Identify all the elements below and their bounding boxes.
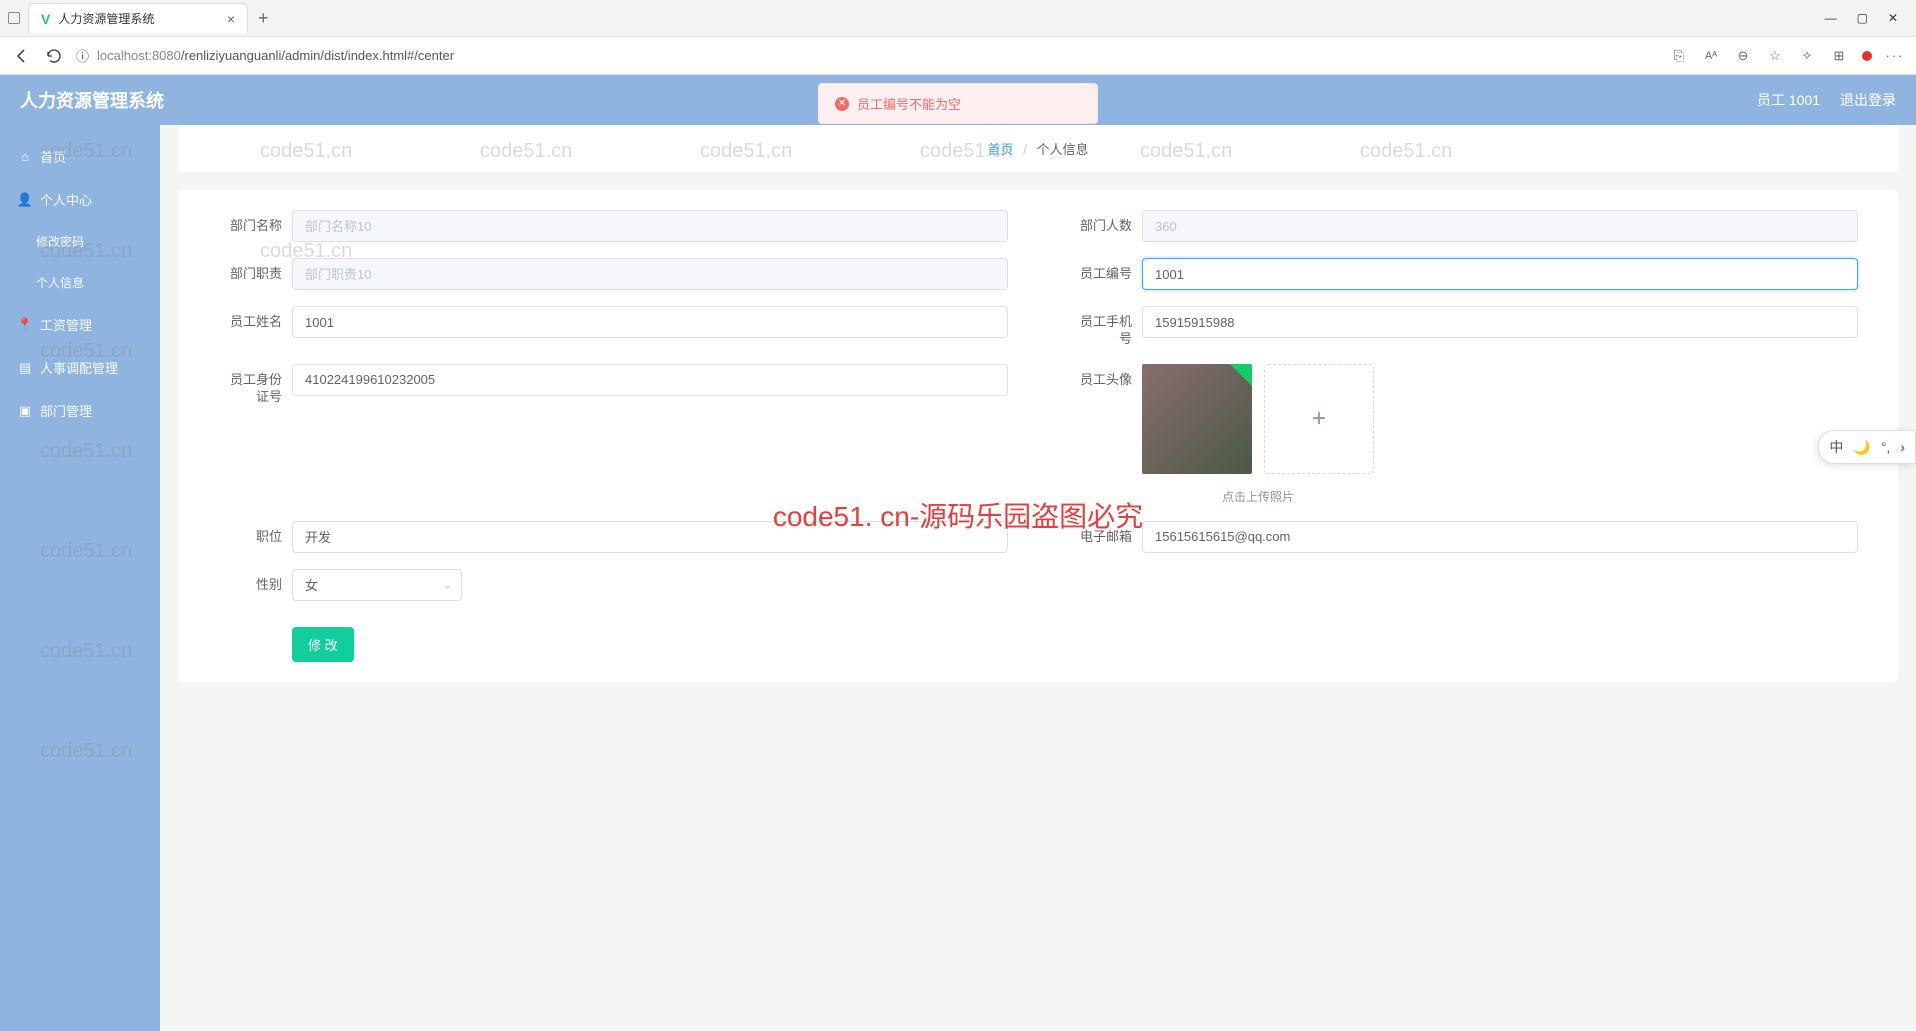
error-icon: ✕	[835, 97, 849, 111]
home-icon: ⌂	[18, 150, 32, 164]
back-button[interactable]	[12, 46, 32, 66]
check-icon	[1230, 364, 1252, 386]
select-gender[interactable]	[292, 569, 462, 601]
user-icon: 👤	[18, 193, 32, 207]
input-dept-duty	[292, 258, 1008, 290]
label-dept-name: 部门名称	[218, 210, 282, 235]
sidebar-item-hr[interactable]: ▤人事调配管理	[0, 346, 160, 389]
alert-message: ✕ 员工编号不能为空	[818, 83, 1098, 124]
tab-title: 人力资源管理系统	[58, 10, 218, 27]
app-title: 人力资源管理系统	[20, 87, 164, 113]
profile-form: 部门名称 部门人数 部门职责 员工编号 员工姓名 员工手机号 员工身份证号 员工…	[178, 190, 1898, 682]
breadcrumb-current: 个人信息	[1036, 142, 1088, 157]
input-dept-name	[292, 210, 1008, 242]
refresh-button[interactable]	[44, 46, 64, 66]
app-header: 人力资源管理系统 ✕ 员工编号不能为空 员工 1001 退出登录	[0, 75, 1916, 125]
sidebar-item-change-password[interactable]: 修改密码	[0, 221, 160, 262]
profile-icon[interactable]	[1862, 51, 1872, 61]
submit-button[interactable]: 修 改	[292, 627, 354, 662]
label-emp-phone: 员工手机号	[1068, 306, 1132, 348]
browser-chrome: V 人力资源管理系统 × + — ▢ ✕ ⓘ localhost:8080/re…	[0, 0, 1916, 75]
close-window-button[interactable]: ✕	[1888, 11, 1898, 25]
sidebar-item-profile[interactable]: 个人信息	[0, 262, 160, 303]
extensions-icon[interactable]: ⊞	[1830, 47, 1848, 65]
breadcrumb-home[interactable]: 首页	[988, 142, 1014, 157]
label-emp-no: 员工编号	[1068, 258, 1132, 283]
tab-bar: V 人力资源管理系统 × + — ▢ ✕	[0, 0, 1916, 36]
doc-icon: ▤	[18, 361, 32, 375]
alert-text: 员工编号不能为空	[857, 94, 961, 113]
favorite-icon[interactable]: ☆	[1766, 47, 1784, 65]
window-controls: — ▢ ✕	[1825, 11, 1908, 25]
sidebar-item-personal[interactable]: 👤个人中心	[0, 178, 160, 221]
browser-tab[interactable]: V 人力资源管理系统 ×	[28, 3, 248, 33]
sidebar: ⌂首页 👤个人中心 修改密码 个人信息 📍工资管理 ▤人事调配管理 ▣部门管理	[0, 125, 160, 1031]
label-dept-duty: 部门职责	[218, 258, 282, 283]
input-position[interactable]	[292, 521, 1008, 553]
more-menu-icon[interactable]: ···	[1886, 47, 1904, 65]
input-emp-name[interactable]	[292, 306, 1008, 338]
input-email[interactable]	[1142, 521, 1858, 553]
folder-icon: ▣	[18, 404, 32, 418]
label-avatar: 员工头像	[1068, 364, 1132, 389]
punct-icon[interactable]: °,	[1881, 439, 1891, 455]
label-gender: 性别	[218, 569, 282, 594]
input-emp-idcard[interactable]	[292, 364, 1008, 396]
upload-tip: 点击上传照片	[1142, 488, 1374, 505]
zoom-icon[interactable]: ⊖	[1734, 47, 1752, 65]
ime-panel[interactable]: 中 🌙 °, ›	[1818, 430, 1916, 464]
moon-icon[interactable]: 🌙	[1853, 439, 1870, 456]
label-emp-name: 员工姓名	[218, 306, 282, 331]
label-emp-idcard: 员工身份证号	[218, 364, 282, 406]
vue-icon: V	[41, 11, 50, 27]
label-email: 电子邮箱	[1068, 521, 1132, 546]
current-user[interactable]: 员工 1001	[1757, 90, 1820, 110]
avatar-preview[interactable]	[1142, 364, 1252, 474]
minimize-button[interactable]: —	[1825, 11, 1837, 25]
content-area: 首页 / 个人信息 部门名称 部门人数 部门职责 员工编号 员工姓名 员工手机号…	[160, 125, 1916, 1031]
maximize-button[interactable]: ▢	[1857, 11, 1868, 25]
input-emp-no[interactable]	[1142, 258, 1858, 290]
sidebar-item-department[interactable]: ▣部门管理	[0, 389, 160, 432]
logout-link[interactable]: 退出登录	[1840, 90, 1896, 110]
close-tab-icon[interactable]: ×	[227, 11, 235, 27]
ime-mode[interactable]: 中	[1829, 437, 1843, 457]
breadcrumb: 首页 / 个人信息	[178, 125, 1898, 172]
label-position: 职位	[218, 521, 282, 546]
sidebar-item-home[interactable]: ⌂首页	[0, 135, 160, 178]
pin-icon: 📍	[18, 318, 32, 332]
new-tab-button[interactable]: +	[258, 8, 269, 29]
breadcrumb-separator: /	[1023, 142, 1027, 157]
site-info-icon[interactable]: ⓘ	[76, 46, 89, 65]
input-emp-phone[interactable]	[1142, 306, 1858, 338]
main-layout: ⌂首页 👤个人中心 修改密码 个人信息 📍工资管理 ▤人事调配管理 ▣部门管理 …	[0, 125, 1916, 1031]
address-bar: ⓘ localhost:8080/renliziyuanguanli/admin…	[0, 36, 1916, 74]
autofill-icon[interactable]: ⎘	[1670, 47, 1688, 65]
avatar-upload-button[interactable]: +	[1264, 364, 1374, 474]
collections-icon[interactable]: ✧	[1798, 47, 1816, 65]
url-input[interactable]: ⓘ localhost:8080/renliziyuanguanli/admin…	[76, 46, 1658, 65]
sidebar-item-salary[interactable]: 📍工资管理	[0, 303, 160, 346]
input-dept-count	[1142, 210, 1858, 242]
tab-overview-button[interactable]	[8, 12, 20, 24]
chevron-right-icon[interactable]: ›	[1900, 439, 1905, 455]
label-dept-count: 部门人数	[1068, 210, 1132, 235]
read-aloud-icon[interactable]: Aᴬ	[1702, 47, 1720, 65]
